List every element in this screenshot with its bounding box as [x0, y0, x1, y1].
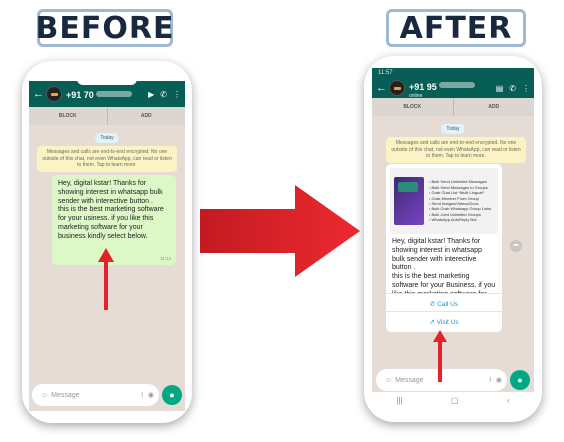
attach-icon[interactable]: ⌇	[140, 391, 143, 399]
add-button[interactable]: ADD	[454, 98, 535, 116]
visit-us-label: Visit Us	[436, 319, 459, 326]
emoji-icon[interactable]: ☺	[41, 392, 48, 399]
before-to-after-arrow	[200, 185, 360, 277]
after-label: AFTER	[386, 9, 526, 47]
before-chat-screen: ← +91 70 ▶ ✆ ⋮ BLOCK ADD Today Messages …	[29, 81, 185, 411]
forward-icon[interactable]: ➦	[510, 240, 522, 252]
date-chip: Today	[95, 133, 119, 143]
back-arrow-icon[interactable]: ←	[376, 82, 387, 94]
before-phone: ← +91 70 ▶ ✆ ⋮ BLOCK ADD Today Messages …	[22, 61, 192, 423]
before-up-arrow	[98, 248, 114, 310]
contact-name[interactable]: +91 70	[66, 90, 94, 100]
blurred-number	[438, 82, 475, 89]
promo-item: Bulk Grab Whatsapp Group Links	[429, 206, 492, 211]
input-bar: ☺ Message ⌇ ◉ ●	[32, 384, 182, 406]
back-arrow-icon[interactable]: ←	[33, 88, 44, 100]
message-input[interactable]: ☺ Message ⌇ ◉	[32, 384, 159, 406]
block-button[interactable]: BLOCK	[29, 107, 108, 125]
promo-item: Grab Chat List *Multi Lingual*	[429, 190, 491, 195]
encryption-notice[interactable]: Messages and calls are end-to-end encryp…	[386, 137, 526, 163]
visit-us-button[interactable]: ⇗ Visit Us	[386, 311, 502, 332]
store-icon[interactable]: ▤	[496, 84, 504, 93]
avatar[interactable]	[389, 80, 405, 96]
chat-header: 11:57 ← +91 95 online ▤ ✆ ⋮	[372, 68, 534, 98]
attach-icon[interactable]: ⌇	[488, 376, 491, 384]
block-add-bar: BLOCK ADD	[372, 98, 534, 116]
message-text: Hey, digital kstar! Thanks for showing i…	[58, 180, 164, 240]
status-time: 11:57	[378, 70, 393, 76]
call-us-label: Call Us	[437, 301, 459, 308]
add-button[interactable]: ADD	[108, 107, 186, 125]
blurred-number	[95, 90, 132, 97]
android-nav-bar: ||| ▢ ‹	[372, 392, 534, 408]
after-chat-screen: 11:57 ← +91 95 online ▤ ✆ ⋮ BLOCK ADD To…	[372, 68, 534, 408]
avatar[interactable]	[46, 86, 62, 102]
date-chip: Today	[441, 124, 465, 134]
emoji-icon[interactable]: ☺	[385, 377, 392, 384]
after-phone: 11:57 ← +91 95 online ▤ ✆ ⋮ BLOCK ADD To…	[364, 56, 542, 422]
camera-icon[interactable]: ◉	[148, 391, 154, 399]
back-nav-icon[interactable]: ‹	[507, 396, 510, 405]
status-bar: 11:57	[372, 68, 534, 78]
call-icon[interactable]: ✆	[509, 84, 516, 93]
phone-notch	[77, 77, 137, 85]
external-link-icon: ⇗	[429, 319, 435, 326]
contact-name[interactable]: +91 95	[409, 82, 437, 92]
more-options-icon[interactable]: ⋮	[522, 84, 530, 93]
block-add-bar: BLOCK ADD	[29, 107, 185, 125]
block-button[interactable]: BLOCK	[372, 98, 454, 116]
promo-item: WhatsApp AutoReply Bot	[429, 217, 491, 222]
video-call-icon[interactable]: ▶	[148, 90, 154, 99]
promo-feature-list: Bulk Send Unlimited Messages Bulk Send M…	[429, 179, 492, 222]
message-time: 11:44	[160, 256, 171, 262]
message-bubble: Hey, digital kstar! Thanks for showing i…	[52, 175, 176, 265]
call-icon[interactable]: ✆	[160, 90, 167, 99]
home-icon[interactable]: ▢	[451, 396, 459, 405]
product-box-image	[394, 177, 424, 225]
camera-icon[interactable]: ◉	[496, 376, 502, 384]
more-options-icon[interactable]: ⋮	[173, 90, 181, 99]
encryption-notice[interactable]: Messages and calls are end-to-end encryp…	[37, 146, 177, 172]
recents-icon[interactable]: |||	[396, 396, 402, 405]
before-label: BEFORE	[35, 9, 175, 47]
mic-icon[interactable]: ●	[162, 385, 182, 405]
message-placeholder: Message	[51, 391, 80, 399]
promo-image[interactable]: Bulk Send Unlimited Messages Bulk Send M…	[390, 168, 498, 234]
mic-icon[interactable]: ●	[510, 370, 530, 390]
after-up-arrow	[433, 330, 447, 382]
phone-icon: ✆	[429, 301, 436, 308]
input-bar: ☺ Message ⌇ ◉ ●	[376, 369, 530, 391]
